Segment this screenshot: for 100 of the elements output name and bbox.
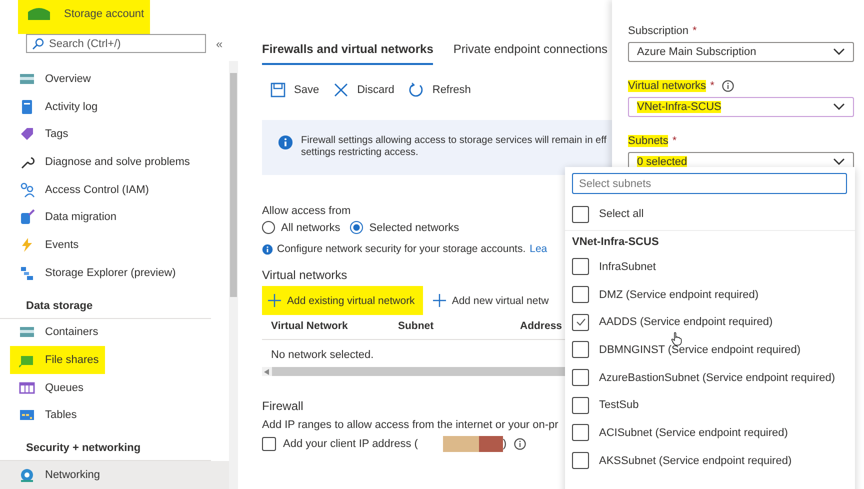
checkbox[interactable] (572, 396, 589, 414)
checkbox-option[interactable]: TestSub (572, 391, 847, 420)
required-mark: * (692, 25, 697, 37)
field-value: 0 selected (637, 156, 688, 168)
scrollbar[interactable] (229, 61, 238, 489)
nav-label: Containers (45, 326, 98, 338)
nav-item[interactable]: Networking (0, 461, 229, 489)
nav-item[interactable]: Diagnose and solve problems (0, 148, 229, 176)
tab[interactable]: Firewalls and virtual networks (262, 42, 434, 65)
checkbox-option[interactable]: DBMNGINST (Service endpoint required) (572, 336, 847, 364)
section-heading: Virtual networks (262, 268, 348, 282)
close-icon (333, 82, 350, 98)
nav-item[interactable]: Data migration (0, 204, 229, 232)
radio-button[interactable] (262, 221, 275, 234)
tag-icon (19, 126, 35, 142)
checkbox-label: Add your client IP address ( (283, 438, 418, 450)
nav-item[interactable]: File shares (0, 346, 229, 374)
radio-option[interactable]: Selected networks (350, 221, 460, 234)
group-heading: VNet-Infra-SCUS (572, 235, 660, 250)
nav-item[interactable]: Events (0, 231, 229, 259)
checkbox-option[interactable]: AKSSubnet (Service endpoint required) (572, 446, 847, 474)
checkbox-label: ) (502, 438, 507, 450)
column-header: Virtual Network (271, 320, 349, 332)
nav-label: Diagnose and solve problems (45, 156, 190, 168)
nav-item[interactable]: Overview (0, 65, 229, 93)
toolbar-button[interactable]: Discard (333, 82, 394, 98)
dropdown-field[interactable]: VNet-Infra-SCUS (628, 97, 854, 117)
column-header: Subnet (398, 320, 435, 332)
column-header: Address (520, 320, 562, 332)
storage-logo-icon (28, 8, 50, 20)
toolbar-button[interactable]: Refresh (408, 82, 471, 98)
required-mark: * (710, 80, 714, 92)
nav-label: Events (45, 239, 79, 252)
field-value: VNet-Infra-SCUS (637, 101, 722, 113)
refresh-icon (408, 82, 424, 98)
radio-button[interactable] (350, 221, 364, 234)
checkbox-option[interactable]: AADDS (Service endpoint required) (572, 308, 847, 336)
page-title: Storage account (64, 8, 144, 20)
people-icon (19, 182, 35, 198)
chevron-down-icon (833, 48, 845, 56)
field-label: Subscription (628, 25, 689, 37)
add-network-button[interactable]: Add new virtual netw (426, 286, 555, 315)
nav-label: Overview (45, 72, 91, 85)
description-text: Add IP ranges to allow access from the internet or your on-pr (262, 419, 558, 431)
checkbox-option[interactable]: ACISubnet (Service endpoint required) (572, 419, 847, 447)
checkmark-icon (574, 316, 586, 328)
chevron-down-icon (833, 158, 845, 166)
bolt-icon (19, 237, 35, 254)
checkbox[interactable] (572, 341, 589, 358)
collapse-button[interactable]: « (216, 36, 223, 51)
info-icon (514, 438, 526, 450)
nav-item[interactable]: Containers (0, 318, 229, 346)
nav-label: File shares (45, 354, 99, 366)
checkbox[interactable] (262, 437, 276, 451)
toolbar-button[interactable]: Save (270, 82, 320, 98)
section-heading: Data storage (0, 286, 211, 319)
checkbox[interactable] (572, 206, 589, 222)
field-label: Allow access from (262, 205, 351, 217)
plus-icon (432, 294, 446, 307)
nav-item[interactable]: Tables (0, 402, 229, 430)
checkbox[interactable] (572, 424, 589, 442)
search-field[interactable]: Select subnets (572, 173, 847, 194)
nav-item[interactable]: Storage Explorer (preview) (0, 258, 229, 287)
dropdown-field[interactable]: Azure Main Subscription (628, 42, 854, 62)
tab[interactable]: Private endpoint connections (453, 42, 608, 65)
nav-label: Activity log (45, 100, 98, 113)
checkbox-option[interactable]: InfraSubnet (572, 253, 847, 281)
checkbox[interactable] (572, 452, 589, 470)
nav-label: Access Control (IAM) (45, 184, 149, 196)
search-field[interactable]: Search (Ctrl+/) (26, 34, 206, 54)
checkbox[interactable] (572, 314, 589, 331)
left-arrow-icon[interactable] (264, 368, 269, 374)
redaction-drawing (442, 436, 503, 452)
banner-text: Firewall settings allowing access to storage services will remain in eff (301, 135, 606, 147)
empty-message: No network selected. (270, 348, 374, 363)
nav-item[interactable]: Access Control (IAM) (0, 176, 229, 204)
hand-cursor-icon (671, 332, 682, 346)
nav-item[interactable]: Tags (0, 120, 229, 148)
save-icon (270, 82, 286, 98)
radio-option[interactable]: All networks (262, 221, 340, 234)
info-icon (262, 244, 273, 254)
field-label: Virtual networks (628, 80, 706, 92)
field-value: Azure Main Subscription (637, 46, 756, 58)
info-icon (278, 135, 293, 150)
checkbox[interactable] (572, 369, 589, 386)
section-heading: Firewall (262, 399, 304, 413)
checkbox-option[interactable]: DMZ (Service endpoint required) (572, 280, 847, 308)
learn-more-link[interactable]: Lea (530, 243, 548, 255)
checkbox-option[interactable]: AzureBastionSubnet (Service endpoint required) (572, 364, 847, 392)
checkbox[interactable] (572, 258, 589, 276)
chevron-down-icon (833, 103, 845, 111)
nav-item[interactable]: Queues (0, 374, 229, 402)
nav-label: Queues (45, 382, 84, 394)
field-label: Subnets (628, 135, 668, 147)
info-text: Configure network security for your storage accounts. (277, 243, 526, 255)
checkbox[interactable] (572, 286, 589, 304)
nav-item[interactable]: Activity log (0, 92, 229, 120)
add-network-button[interactable]: Add existing virtual network (262, 286, 423, 315)
nav-label: Data migration (45, 211, 117, 224)
search-icon (32, 38, 44, 50)
